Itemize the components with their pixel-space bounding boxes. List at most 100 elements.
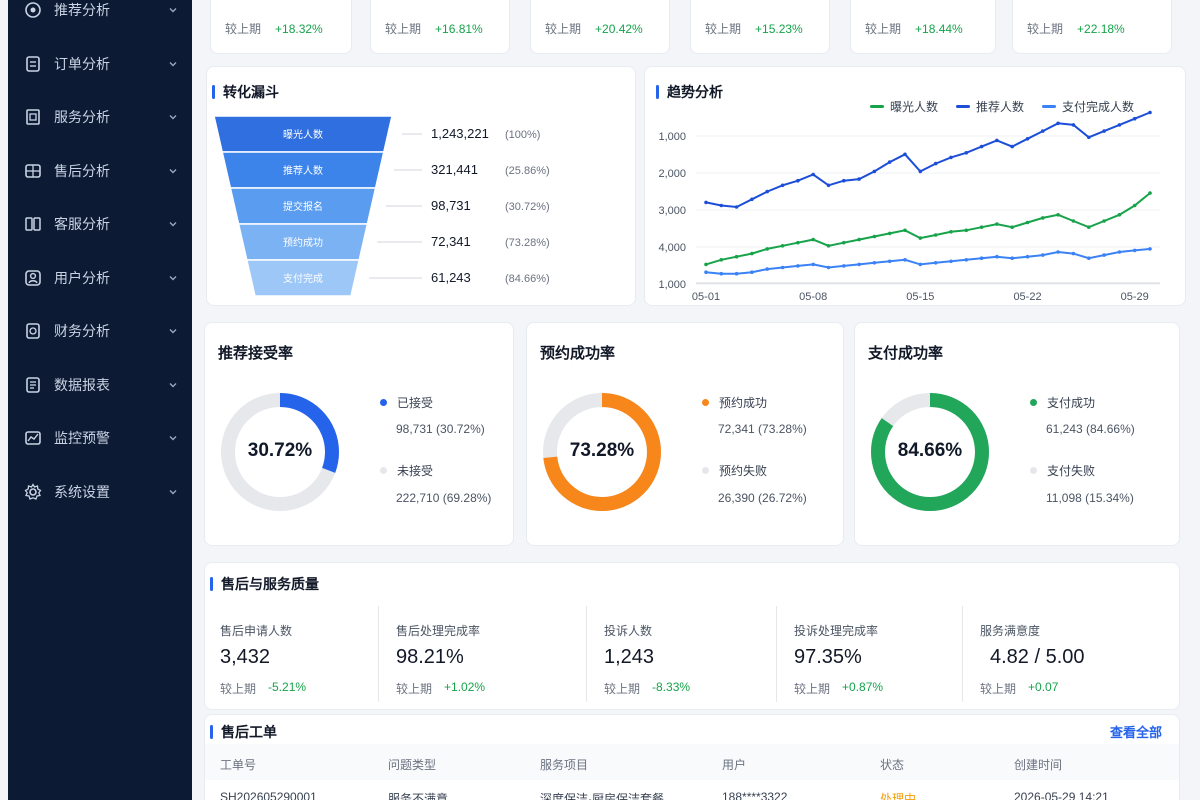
rate-title: 预约成功率 (540, 345, 616, 362)
legend-item: 未接受 (380, 462, 433, 479)
data-point (734, 271, 739, 276)
funnel-stage: 推荐人数 321,441 (25.86%) (221, 151, 550, 189)
table-row[interactable]: SH202605290001 服务不满意 深度保洁·厨房保洁套餐 188****332… (205, 782, 1179, 800)
legend-item[interactable]: 曝光人数 (870, 98, 938, 115)
sidebar: 推荐分析订单分析服务分析售后分析客服分析用户分析财务分析数据报表监控预警系统设置 (0, 0, 192, 800)
chevron-down-icon (166, 378, 180, 392)
legend-swatch (870, 105, 884, 108)
legend-dot (1030, 467, 1037, 474)
view-all-link[interactable]: 查看全部 (1110, 722, 1162, 741)
order-icon (24, 55, 42, 73)
metric-compare-row: 较上期 +0.07 (980, 680, 1058, 697)
data-point (1071, 251, 1076, 256)
donut-center-value: 30.72% (247, 440, 313, 461)
legend-item[interactable]: 推荐人数 (956, 98, 1024, 115)
kpi-compare-row: 较上期 +22.18% (1027, 20, 1125, 37)
data-point (719, 271, 724, 276)
finance-icon (24, 322, 42, 340)
funnel-stage-percent: (84.66%) (505, 273, 550, 285)
data-point (995, 254, 999, 259)
data-point (887, 231, 892, 236)
data-point (933, 233, 938, 237)
sidebar-item-recommend[interactable]: 推荐分析 (24, 0, 180, 28)
funnel-stage-value: 72,341 (431, 234, 471, 249)
funnel-stage-value: 321,441 (431, 162, 478, 177)
y-tick-label: 3,000 (658, 205, 686, 217)
x-tick-label: 05-08 (799, 291, 827, 303)
sidebar-item-user[interactable]: 用户分析 (24, 260, 180, 296)
legend-value: 72,341 (73.28%) (718, 422, 807, 436)
legend-item: 支付失败 (1030, 462, 1095, 479)
kpi-compare-row: 较上期 +15.23% (705, 20, 803, 37)
kpi-compare-label: 较上期 (545, 22, 582, 36)
sidebar-item-after-sales[interactable]: 售后分析 (24, 153, 180, 189)
metric-change: +1.02% (444, 680, 486, 694)
table-cell: 处理中 (880, 792, 917, 800)
work-orders-title: 售后工单 (210, 722, 277, 742)
data-point (1148, 191, 1152, 195)
sidebar-item-settings[interactable]: 系统设置 (24, 474, 180, 510)
table-cell: 服务不满意 (388, 792, 449, 800)
gear-icon (24, 482, 42, 501)
kpi-compare-label: 较上期 (1027, 22, 1064, 36)
customer-service-icon (24, 215, 42, 233)
data-point (918, 262, 923, 267)
sidebar-item-finance[interactable]: 财务分析 (24, 313, 180, 349)
legend-value: 26,390 (26.72%) (718, 491, 807, 505)
data-point (1132, 116, 1137, 121)
data-point (811, 237, 815, 242)
legend-swatch (956, 105, 971, 108)
data-point (1071, 219, 1076, 223)
metric-compare-row: 较上期 -8.33% (604, 680, 690, 697)
divider (586, 606, 587, 702)
data-point (872, 234, 877, 239)
sidebar-item-monitor[interactable]: 监控预警 (24, 420, 180, 456)
y-tick-label: 1,000 (658, 279, 686, 291)
after-sales-icon (24, 162, 42, 180)
sidebar-item-label: 售后分析 (54, 162, 110, 179)
data-point (1071, 123, 1076, 127)
data-point (842, 178, 846, 183)
data-point (796, 264, 800, 268)
data-point (903, 258, 907, 262)
data-point (949, 155, 953, 160)
legend-item: 预约成功 (702, 394, 767, 411)
table-cell: 188****3322 (722, 790, 788, 800)
kpi-card: 较上期 +18.32% (210, 0, 352, 54)
sidebar-item-customer-service[interactable]: 客服分析 (24, 206, 180, 242)
legend-item[interactable]: 支付完成人数 (1042, 98, 1134, 115)
data-point (780, 265, 785, 270)
sidebar-item-report[interactable]: 数据报表 (24, 367, 180, 403)
funnel-stage-value: 98,731 (431, 198, 471, 213)
main-content: 较上期 +18.32% 较上期 +16.81% 较上期 +20.42% 较上期 +15.23%… (200, 0, 1200, 800)
legend-label: 预约成功 (719, 396, 768, 410)
metric-compare-label: 较上期 (604, 682, 641, 696)
metric-value: 97.35% (794, 646, 862, 668)
table-cell: SH202605290001 (220, 790, 317, 800)
data-point (933, 261, 938, 265)
metric-change: +0.87% (842, 680, 884, 694)
kpi-change: +16.81% (435, 21, 483, 36)
data-point (887, 160, 892, 164)
data-point (704, 200, 708, 205)
sidebar-item-label: 客服分析 (54, 216, 110, 232)
data-point (842, 240, 846, 245)
sidebar-item-service[interactable]: 服务分析 (24, 99, 180, 135)
funnel-stage-label: 曝光人数 (283, 128, 323, 141)
dashboard-app: 推荐分析订单分析服务分析售后分析客服分析用户分析财务分析数据报表监控预警系统设置… (0, 0, 1200, 800)
data-point (903, 228, 907, 233)
legend-dot (380, 399, 387, 406)
data-point (857, 262, 861, 267)
data-point (1117, 123, 1122, 127)
data-point (811, 172, 815, 177)
data-point (796, 240, 800, 245)
legend-dot (380, 467, 387, 474)
table-cell: 2026-05-29 14:21 (1014, 790, 1109, 800)
sidebar-item-order[interactable]: 订单分析 (24, 46, 180, 82)
legend-dot (702, 467, 709, 474)
data-point (872, 169, 877, 174)
kpi-card: 较上期 +18.44% (850, 0, 996, 54)
chevron-down-icon (166, 164, 180, 178)
data-point (734, 254, 739, 259)
report-icon (24, 376, 42, 394)
